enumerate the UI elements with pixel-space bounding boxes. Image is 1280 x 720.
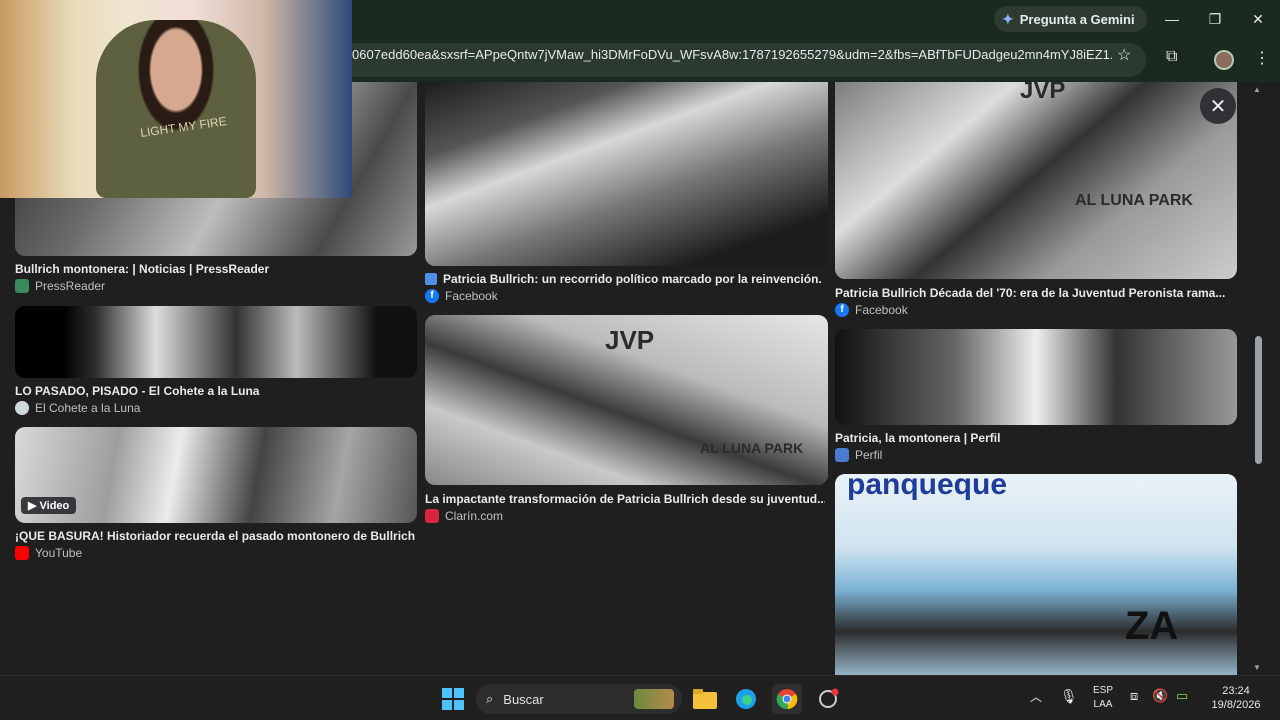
result-source[interactable]: PressReader — [15, 279, 105, 293]
luna-park-text: AL LUNA PARK — [1075, 192, 1193, 209]
result-title[interactable]: LO PASADO, PISADO - El Cohete a la Luna — [15, 384, 415, 398]
result-source[interactable]: YouTube — [15, 546, 82, 560]
ask-gemini-label: Pregunta a Gemini — [1019, 11, 1135, 27]
result-title[interactable]: La impactante transformación de Patricia… — [425, 492, 825, 506]
gemini-spark-icon: ✦ — [1002, 10, 1014, 27]
profile-avatar[interactable] — [1214, 50, 1234, 70]
taskbar-search[interactable]: ⌕ Buscar — [476, 684, 682, 714]
result-image[interactable] — [835, 329, 1237, 425]
result-title[interactable]: Bullrich montonera: | Noticias | PressRe… — [15, 262, 415, 276]
search-icon: ⌕ — [486, 691, 494, 706]
youtube-icon — [15, 546, 29, 560]
result-image[interactable]: panqueque ZA — [835, 474, 1237, 675]
jvp-text: JVP — [1020, 82, 1066, 104]
search-placeholder: Buscar — [503, 691, 544, 707]
result-image[interactable]: JVP AL LUNA PARK — [425, 315, 828, 485]
result-source[interactable]: f Facebook — [835, 303, 908, 317]
result-title[interactable]: Patricia Bullrich Década del '70: era de… — [835, 286, 1235, 300]
result-source[interactable]: Clarín.com — [425, 509, 503, 523]
pressreader-icon — [15, 279, 29, 293]
app-settings-icon[interactable] — [813, 684, 843, 714]
video-badge-label: Video — [39, 500, 70, 512]
source-label: PressReader — [35, 279, 106, 293]
source-label: Facebook — [855, 303, 908, 317]
keyboard-layout: LAA — [1093, 699, 1113, 710]
video-badge: ▶ Video — [21, 497, 77, 514]
network-icon[interactable]: ⧈ — [1130, 689, 1138, 703]
source-label: El Cohete a la Luna — [35, 401, 141, 415]
windows-taskbar: ⌕ Buscar ︿ 🎙 ESP LAA ⧈ 🔇 ▭ 23:24 19/8/20… — [0, 675, 1280, 720]
luna-park-text: AL LUNA PARK — [700, 440, 804, 456]
clarin-icon — [425, 509, 439, 523]
webcam-overlay: LIGHT MY FIRE — [0, 0, 352, 198]
source-label: YouTube — [35, 546, 83, 560]
language-code: ESP — [1092, 685, 1113, 696]
result-title-text: Patricia Bullrich: un recorrido político… — [443, 272, 825, 286]
result-image[interactable]: ▶ Video — [15, 427, 417, 523]
jvp-text: JVP — [605, 325, 655, 355]
battery-icon[interactable]: ▭ — [1176, 689, 1188, 703]
microphone-icon[interactable]: 🎙 — [1060, 689, 1078, 703]
extensions-icon[interactable]: ⧉ — [1166, 48, 1177, 66]
scrollbar-thumb[interactable] — [1255, 336, 1262, 464]
result-image[interactable]: JVP AL LUNA PARK — [835, 82, 1237, 279]
minimize-button[interactable]: — — [1150, 4, 1194, 34]
za-text: ZA — [1125, 604, 1179, 648]
streamer-figure — [96, 20, 256, 198]
result-title[interactable]: ¡QUE BASURA! Historiador recuerda el pas… — [15, 529, 415, 543]
scroll-down-arrow-icon[interactable]: ▼ — [1253, 663, 1261, 672]
close-window-button[interactable]: ✕ — [1236, 4, 1280, 34]
cohete-luna-icon — [15, 401, 29, 415]
result-source[interactable]: El Cohete a la Luna — [15, 401, 140, 415]
close-preview-button[interactable]: ✕ — [1200, 88, 1236, 124]
perfil-icon — [835, 448, 849, 462]
edge-icon[interactable] — [731, 684, 761, 714]
file-explorer-icon[interactable] — [690, 684, 720, 714]
result-source[interactable]: f Facebook — [425, 289, 498, 303]
url-text[interactable]: 0607edd60ea&sxsrf=APpeQntw7jVMaw_hi3DMrF… — [352, 47, 1112, 62]
clock[interactable]: 23:24 19/8/2026 — [1206, 684, 1266, 712]
source-label: Clarín.com — [445, 509, 504, 523]
bookmark-star-icon[interactable]: ☆ — [1117, 45, 1131, 65]
chrome-icon[interactable] — [772, 684, 802, 714]
volume-muted-icon[interactable]: 🔇 — [1152, 689, 1168, 703]
maximize-button[interactable]: ❐ — [1193, 4, 1237, 34]
result-title[interactable]: Patricia, la montonera | Perfil — [835, 431, 1235, 445]
result-image[interactable] — [15, 306, 417, 378]
result-title[interactable]: Patricia Bullrich: un recorrido político… — [425, 272, 825, 286]
facebook-icon: f — [835, 303, 849, 317]
result-source[interactable]: Perfil — [835, 448, 882, 462]
facebook-icon: f — [425, 289, 439, 303]
menu-kebab-icon[interactable]: ⋮ — [1254, 48, 1270, 68]
panqueque-text: panqueque — [847, 474, 1008, 501]
search-highlight-image — [634, 689, 674, 709]
language-indicator[interactable]: ESP LAA — [1092, 684, 1114, 712]
source-label: Perfil — [855, 448, 883, 462]
info-badge-icon — [425, 273, 437, 285]
clock-date: 19/8/2026 — [1211, 699, 1261, 711]
scroll-up-arrow-icon[interactable]: ▲ — [1253, 85, 1261, 94]
ask-gemini-button[interactable]: ✦ Pregunta a Gemini — [994, 6, 1147, 32]
start-windows-icon[interactable] — [438, 684, 468, 714]
source-label: Facebook — [445, 289, 498, 303]
clock-time: 23:24 — [1222, 685, 1250, 697]
result-image[interactable] — [425, 82, 828, 266]
tray-overflow-chevron-icon[interactable]: ︿ — [1030, 690, 1042, 704]
